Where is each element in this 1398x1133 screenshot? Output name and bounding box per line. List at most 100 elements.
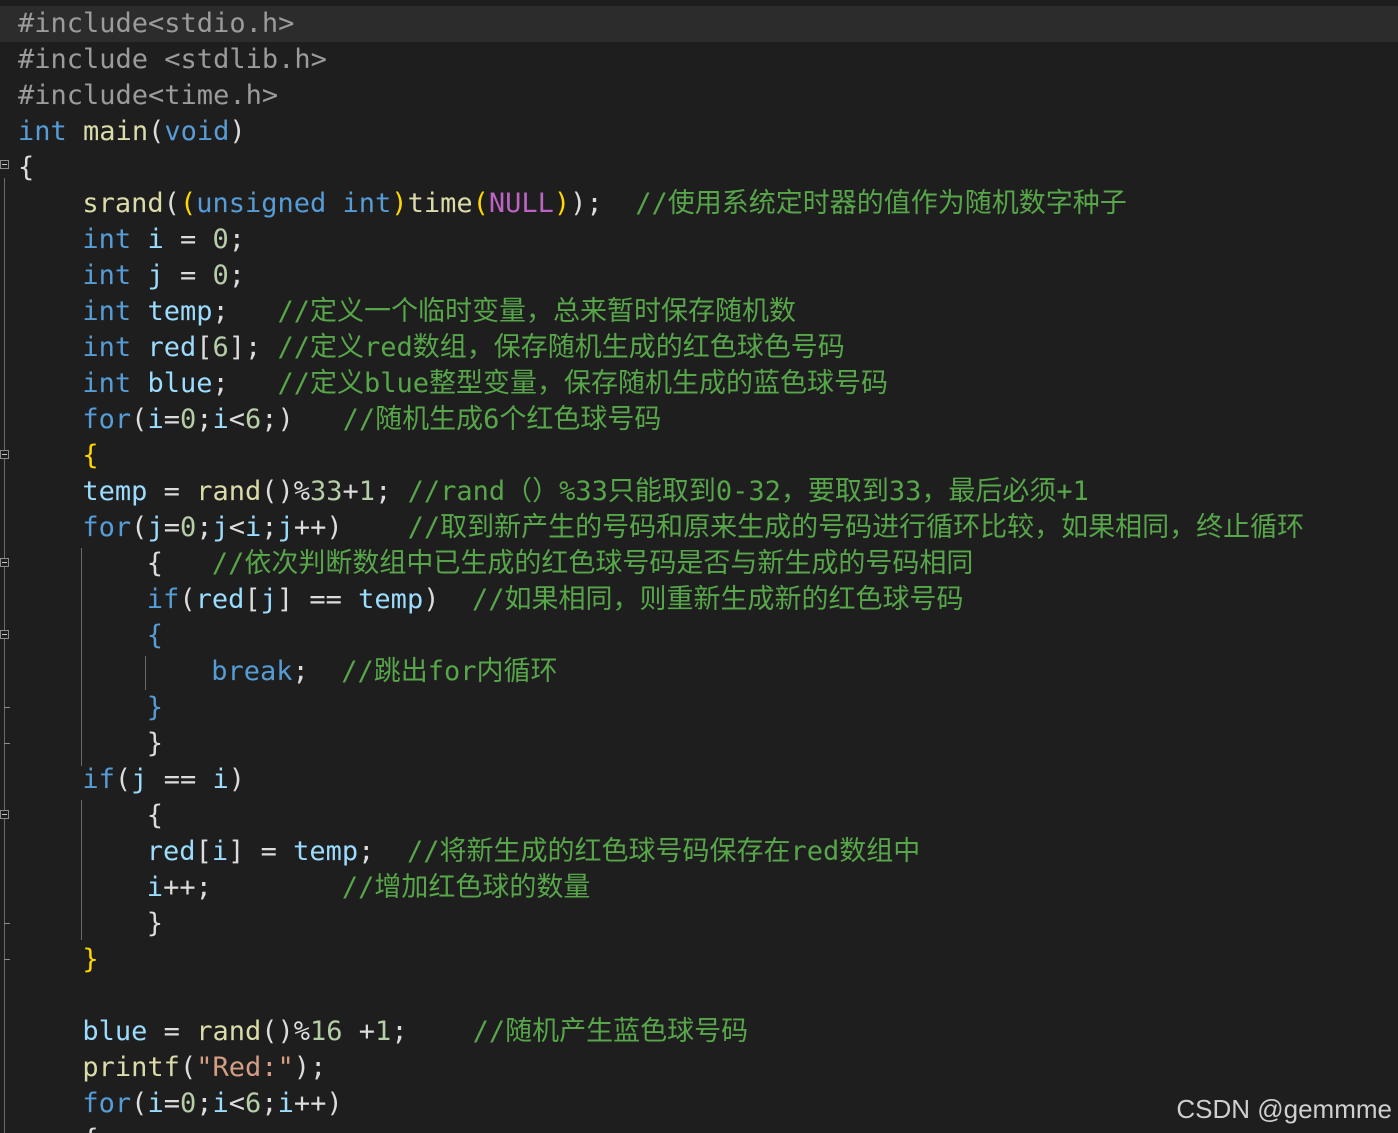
code-token-plain: } <box>146 908 164 939</box>
code-token-brace_level: } <box>82 944 99 975</box>
code-line[interactable]: { <box>147 798 163 834</box>
code-token-plain: ++; <box>163 872 342 903</box>
code-token-number: 0 <box>179 512 197 543</box>
code-token-plain: ); <box>570 188 636 219</box>
code-line[interactable]: if(red[j] == temp) //如果相同，则重新生成新的红色球号码 <box>147 582 964 618</box>
code-token-number: 6 <box>212 332 229 363</box>
code-token-keyword: if <box>82 764 115 795</box>
code-token-comment: //随机生成6个红色球号码 <box>342 404 662 435</box>
code-token-keyword: unsigned <box>196 188 327 219</box>
code-token-plain: ; <box>212 368 278 399</box>
code-token-variable: j <box>277 512 294 543</box>
code-line[interactable]: int red[6]; //定义red数组，保存随机生成的红色球色号码 <box>82 330 844 366</box>
code-token-comment: //将新生成的红色球号码保存在red数组中 <box>406 836 921 867</box>
code-line[interactable]: { //依次判断数组中已生成的红色球号码是否与新生成的号码相同 <box>147 546 974 582</box>
fold-end-marker <box>4 743 10 744</box>
code-line[interactable]: break; //跳出for内循环 <box>211 654 557 690</box>
code-token-plain: ; <box>196 404 213 435</box>
code-token-comment: //定义red数组，保存随机生成的红色球色号码 <box>277 332 845 363</box>
code-token-plain: + <box>342 476 359 507</box>
fold-collapse-icon[interactable] <box>0 630 9 639</box>
code-token-plain: = <box>147 476 197 507</box>
fold-end-marker <box>4 707 10 708</box>
code-token-macro: NULL <box>488 188 554 219</box>
code-token-plain: ] == <box>276 584 359 615</box>
code-token-function: time <box>407 188 473 219</box>
fold-guide-if-block <box>145 656 146 690</box>
code-token-variable: i <box>147 224 164 255</box>
code-line[interactable]: { <box>82 1122 98 1133</box>
fold-guide-main <box>4 178 5 1133</box>
code-token-function: rand <box>196 1016 262 1047</box>
code-token-plain: { <box>146 548 212 579</box>
code-token-keyword: for <box>82 404 132 435</box>
code-token-plain: [ <box>195 836 212 867</box>
code-line[interactable]: #include<stdio.h> <box>18 6 294 42</box>
code-token-plain: ]; <box>228 332 278 363</box>
code-line[interactable]: #include <stdlib.h> <box>18 42 327 78</box>
code-token-plain: ;) <box>261 404 343 435</box>
fold-collapse-icon[interactable] <box>0 450 9 459</box>
code-token-plain: ( <box>179 584 196 615</box>
code-line[interactable]: i++; //增加红色球的数量 <box>147 870 591 906</box>
code-token-number: 0 <box>212 260 229 291</box>
code-line[interactable]: srand((unsigned int)time(NULL)); //使用系统定… <box>82 186 1126 222</box>
fold-collapse-icon[interactable] <box>0 160 9 169</box>
code-token-plain: ( <box>131 404 148 435</box>
code-token-comment: //如果相同，则重新生成新的红色球号码 <box>471 584 964 615</box>
code-token-keyword: { <box>146 620 164 651</box>
code-token-plain: { <box>18 152 35 183</box>
code-line[interactable]: } <box>147 726 163 762</box>
code-line[interactable]: int i = 0; <box>82 222 245 258</box>
code-line[interactable]: { <box>147 618 163 654</box>
code-line[interactable]: #include<time.h> <box>18 78 278 114</box>
code-token-plain: } <box>146 728 164 759</box>
code-token-variable: j <box>147 512 164 543</box>
code-token-plain: ( <box>163 188 180 219</box>
code-line[interactable]: printf("Red:"); <box>82 1050 326 1086</box>
code-line[interactable]: if(j == i) <box>82 762 245 798</box>
code-token-comment: //定义一个临时变量，总来暂时保存随机数 <box>277 296 797 327</box>
code-token-plain: + <box>342 1016 376 1047</box>
code-line[interactable]: int main(void) <box>18 114 246 150</box>
code-token-plain: [ <box>244 584 261 615</box>
code-token-function: main <box>83 116 149 147</box>
code-line[interactable]: } <box>82 942 98 978</box>
code-token-plain: ; <box>358 836 407 867</box>
code-line[interactable]: } <box>147 906 163 942</box>
code-line[interactable]: for(i=0;i<6;i++) <box>82 1086 342 1122</box>
code-token-variable: i <box>212 1088 229 1119</box>
code-token-variable: i <box>147 1088 164 1119</box>
code-token-plain: ) <box>229 116 246 147</box>
code-editor[interactable]: #include<stdio.h> #include <stdlib.h> #inc… <box>0 0 1398 1133</box>
code-token-plain: { <box>146 800 164 831</box>
code-line[interactable]: { <box>82 438 98 474</box>
code-line[interactable]: int j = 0; <box>82 258 245 294</box>
code-line[interactable]: int blue; //定义blue整型变量，保存随机生成的蓝色球号码 <box>82 366 888 402</box>
code-token-string: "Red:" <box>196 1052 294 1083</box>
code-line[interactable]: int temp; //定义一个临时变量，总来暂时保存随机数 <box>82 294 796 330</box>
code-token-preprocessor: #include <stdlib.h> <box>18 44 327 75</box>
code-token-variable: red <box>147 332 197 363</box>
code-token-plain: ; <box>196 1088 213 1119</box>
code-token-plain: ()% <box>261 1016 311 1047</box>
code-line[interactable]: blue = rand()%16 +1; //随机产生蓝色球号码 <box>82 1014 748 1050</box>
code-line[interactable]: temp = rand()%33+1; //rand（）%33只能取到0-32，… <box>82 474 1089 510</box>
fold-collapse-icon[interactable] <box>0 810 9 819</box>
code-token-function: printf <box>82 1052 180 1083</box>
code-token-keyword: int <box>82 368 132 399</box>
code-token-brace_level: { <box>82 440 99 471</box>
code-line[interactable]: for(i=0;i<6;) //随机生成6个红色球号码 <box>82 402 661 438</box>
code-line[interactable]: { <box>18 150 34 186</box>
code-token-plain: ( <box>179 1052 197 1083</box>
code-line[interactable]: } <box>147 690 163 726</box>
code-token-plain: = <box>163 404 180 435</box>
code-line[interactable]: for(j=0;j<i;j++) //取到新产生的号码和原来生成的号码进行循环比… <box>82 510 1304 546</box>
code-line[interactable]: red[i] = temp; //将新生成的红色球号码保存在red数组中 <box>147 834 920 870</box>
code-token-brace_level: ) <box>391 188 408 219</box>
code-token-comment: //增加红色球的数量 <box>341 872 591 903</box>
code-token-variable: blue <box>147 368 213 399</box>
fold-collapse-icon[interactable] <box>0 558 9 567</box>
